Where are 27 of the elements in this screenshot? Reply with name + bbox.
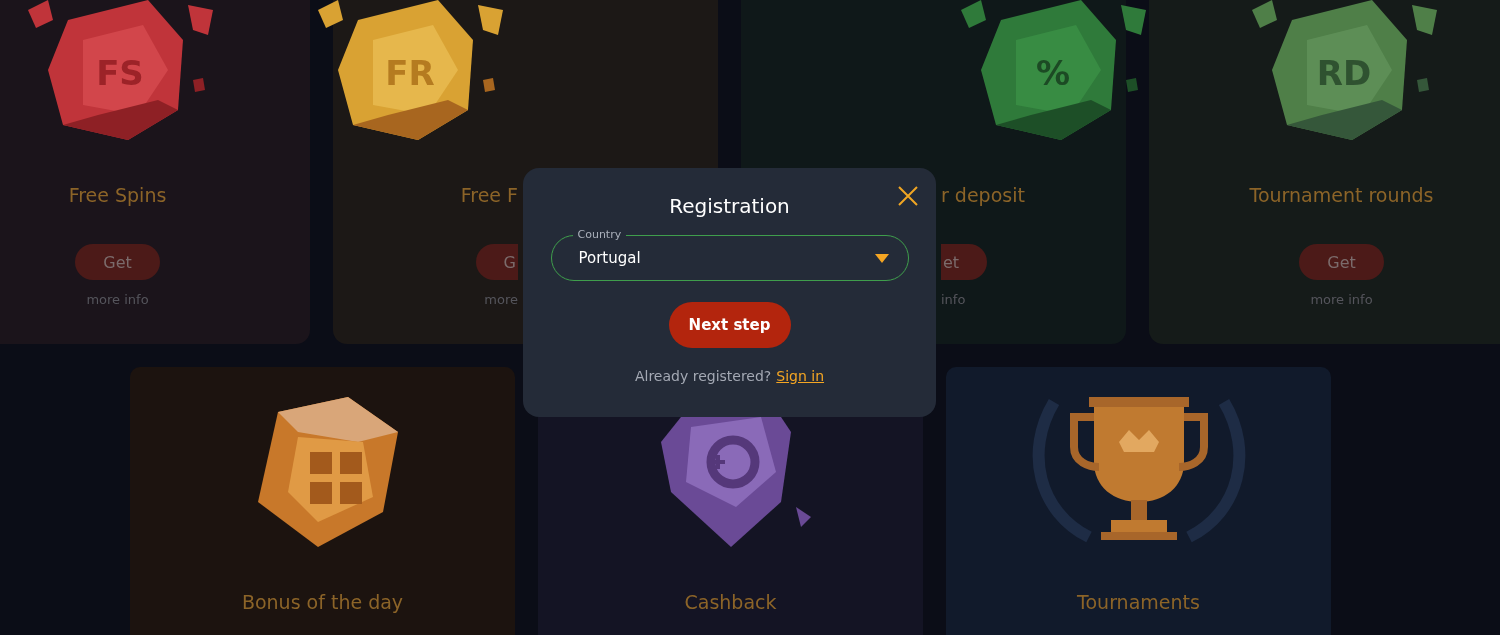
feature-title: Cashback: [684, 591, 777, 613]
gem-label: RD: [1316, 53, 1371, 93]
feature-title: Bonus of the day: [241, 591, 404, 613]
close-icon[interactable]: [898, 186, 918, 206]
gem-label: %: [1035, 53, 1071, 93]
promo-title: r deposit: [941, 183, 1025, 208]
feature-title: Tournaments: [1077, 591, 1200, 613]
sign-in-link[interactable]: Sign in: [776, 368, 825, 384]
get-button[interactable]: et: [941, 244, 988, 280]
get-button[interactable]: G: [475, 244, 518, 280]
get-button[interactable]: Get: [1299, 244, 1384, 280]
get-button[interactable]: Get: [75, 244, 160, 280]
country-select[interactable]: Country Portugal: [550, 226, 909, 281]
field-label: Country: [572, 227, 627, 243]
gem-label: FR: [385, 53, 435, 93]
more-info-link[interactable]: more info: [86, 292, 149, 307]
more-info-link[interactable]: more: [484, 292, 518, 307]
select-value: Portugal: [578, 249, 642, 267]
promo-title: Free F: [460, 183, 518, 208]
promo-title: Tournament rounds: [1249, 183, 1434, 208]
next-step-button[interactable]: Next step: [668, 302, 791, 348]
more-info-link[interactable]: more info: [1310, 292, 1373, 307]
caret-icon: [874, 253, 889, 263]
more-info-link[interactable]: info: [941, 292, 966, 307]
dialog-title: Registration: [669, 193, 790, 219]
signin-prompt: Already registered?: [634, 368, 772, 384]
promo-title: Free Spins: [68, 183, 167, 208]
